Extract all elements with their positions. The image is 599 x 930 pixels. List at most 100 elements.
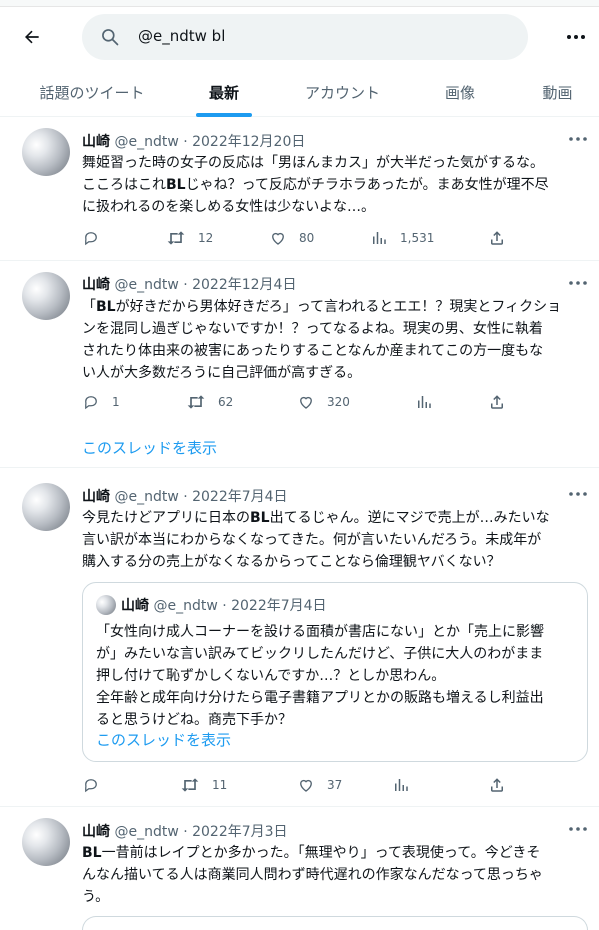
share-button[interactable]	[488, 392, 506, 412]
quoted-tweet[interactable]: 山崎 @e_ndtw · 2022年7月4日 「女性向け成人コーナーを設ける面積…	[82, 582, 588, 762]
tweet-header: 山崎 @e_ndtw · 2022年7月4日	[82, 486, 288, 506]
tab-label: 話題のツイート	[39, 83, 145, 102]
author-handle-date[interactable]: @e_ndtw · 2022年7月3日	[114, 824, 287, 840]
text-line: い人が大多数だろうに自己評価が高すぎる。	[82, 365, 362, 381]
share-button[interactable]	[488, 228, 506, 248]
quoted-author-name: 山崎	[121, 598, 149, 614]
views-button[interactable]	[392, 775, 410, 795]
avatar[interactable]	[22, 818, 70, 866]
active-tab-indicator	[196, 113, 252, 117]
retweet-button[interactable]: 12	[166, 228, 213, 248]
reply-button[interactable]	[82, 775, 112, 795]
tweet[interactable]: 山崎 @e_ndtw · 2022年7月4日 今見たけどアプリに日本のBL出てる…	[0, 469, 599, 807]
share-button[interactable]	[488, 775, 506, 795]
more-dots-icon	[567, 35, 585, 39]
text-line: 舞姫習った時の女子の反応は「男ほんまカス」が大半だった気がするな。	[82, 155, 544, 171]
reply-button[interactable]: 1	[82, 392, 120, 412]
view-count: 1,531	[400, 231, 435, 245]
reply-icon	[85, 779, 97, 793]
avatar[interactable]	[22, 483, 70, 531]
tweet-text: 舞姫習った時の女子の反応は「男ほんまカス」が大半だった気がするな。 こころはこれ…	[82, 152, 584, 218]
quoted-text: 「女性向け成人コーナーを設ける面積が書店にない」とか「売上に影響 が」みたいな言…	[96, 621, 576, 731]
quoted-tweet[interactable]	[82, 916, 588, 930]
author-name[interactable]: 山崎	[82, 277, 110, 293]
text-run: じゃね？って反応がチラホラあったが。まあ女性が理不尽	[185, 177, 549, 193]
tweet-actions: 12 80 1,531	[82, 228, 512, 248]
text-run: 「	[82, 299, 96, 315]
like-button[interactable]: 80	[269, 228, 314, 248]
text-run: が好きだから男体好きだろ」って言われるとエエ！？現実とフィクショ	[115, 299, 562, 315]
search-input[interactable]: @e_ndtw bl	[82, 14, 528, 60]
text-line: 全年齢と成年向け分けたら電子書籍アプリとかの販路も増えるし利益出	[96, 690, 544, 706]
views-bar-icon	[373, 232, 386, 244]
tweet-actions: 11 37	[82, 775, 512, 795]
search-icon	[102, 29, 119, 46]
highlight: BL	[96, 299, 116, 315]
tab-latest[interactable]: 最新	[196, 67, 252, 117]
tweet[interactable]: 山崎 @e_ndtw · 2022年12月4日 「BLが好きだから男体好きだろ」…	[0, 262, 599, 468]
heart-icon	[272, 232, 284, 245]
text-run: 一昔前はレイプとか多かった。「無理やり」って表現使って。今どきそ	[101, 845, 541, 861]
highlight: BL	[250, 510, 270, 526]
browser-top-strip	[0, 0, 599, 7]
reply-icon	[85, 232, 97, 246]
tweet-actions: 1 62 320	[82, 392, 512, 412]
author-handle-date[interactable]: @e_ndtw · 2022年12月4日	[114, 277, 296, 293]
views-button[interactable]: 1,531	[370, 228, 434, 248]
tweet-text: 今見たけどアプリに日本のBL出てるじゃん。逆にマジで売上が…みたいな 言い訳が本…	[82, 507, 584, 573]
like-count: 37	[327, 778, 343, 792]
more-dots-icon[interactable]	[568, 822, 588, 836]
author-name[interactable]: 山崎	[82, 824, 110, 840]
like-button[interactable]: 320	[297, 392, 350, 412]
back-button[interactable]	[18, 23, 46, 51]
retweet-count: 12	[198, 231, 214, 245]
author-handle-date[interactable]: @e_ndtw · 2022年7月4日	[114, 489, 287, 505]
more-dots-icon[interactable]	[568, 132, 588, 146]
text-run: 今見たけどアプリに日本の	[82, 510, 250, 526]
author-name[interactable]: 山崎	[82, 489, 110, 505]
author-handle-date[interactable]: @e_ndtw · 2022年12月20日	[114, 134, 305, 150]
like-count: 320	[327, 395, 350, 409]
tweet-text: BL一昔前はレイプとか多かった。「無理やり」って表現使って。今どきそ んなん描い…	[82, 842, 584, 908]
like-button[interactable]: 37	[297, 775, 342, 795]
retweet-button[interactable]: 11	[180, 775, 227, 795]
tab-accounts[interactable]: アカウント	[290, 67, 395, 117]
tab-images[interactable]: 画像	[430, 67, 490, 117]
search-query: @e_ndtw bl	[138, 27, 226, 45]
tweet[interactable]: 山崎 @e_ndtw · 2022年12月20日 舞姫習った時の女子の反応は「男…	[0, 118, 599, 261]
author-name[interactable]: 山崎	[82, 134, 110, 150]
back-arrow-icon	[25, 30, 39, 44]
text-line: 「女性向け成人コーナーを設ける面積が書店にない」とか「売上に影響	[96, 624, 544, 640]
show-thread-link[interactable]: このスレッドを表示	[96, 729, 231, 750]
text-line: う。	[82, 889, 110, 905]
retweet-count: 62	[218, 395, 234, 409]
reply-button[interactable]	[82, 228, 112, 248]
more-dots-icon[interactable]	[568, 487, 588, 501]
tweet-header: 山崎 @e_ndtw · 2022年12月4日	[82, 274, 296, 294]
tweet[interactable]: 山崎 @e_ndtw · 2022年7月3日 BL一昔前はレイプとか多かった。「…	[0, 808, 599, 930]
tab-videos[interactable]: 動画	[530, 67, 585, 117]
highlight: BL	[166, 177, 186, 193]
text-line: に扱われるのを楽しめる女性は少ないよな…。	[82, 199, 376, 215]
show-thread-link[interactable]: このスレッドを表示	[82, 437, 217, 458]
text-line: されたり体由来の被害にあったりすることなんか産まれてこの方一度もな	[82, 343, 544, 359]
tweet-header: 山崎 @e_ndtw · 2022年12月20日	[82, 131, 305, 151]
retweet-icon	[167, 231, 185, 245]
tab-top[interactable]: 話題のツイート	[22, 67, 162, 117]
retweet-button[interactable]: 62	[186, 392, 233, 412]
quoted-avatar	[96, 595, 116, 615]
more-options-button[interactable]	[562, 23, 590, 51]
more-dots-icon[interactable]	[568, 276, 588, 290]
avatar[interactable]	[22, 128, 70, 176]
views-button[interactable]	[415, 392, 433, 412]
share-icon	[491, 395, 503, 409]
avatar[interactable]	[22, 272, 70, 320]
tweet-header: 山崎 @e_ndtw · 2022年7月3日	[82, 821, 288, 841]
text-line: 「BLが好きだから男体好きだろ」って言われるとエエ！？現実とフィクショ	[82, 296, 584, 318]
like-count: 80	[299, 231, 315, 245]
retweet-count: 11	[212, 778, 228, 792]
text-line: こころはこれBLじゃね？って反応がチラホラあったが。まあ女性が理不尽	[82, 174, 584, 196]
text-line: 今見たけどアプリに日本のBL出てるじゃん。逆にマジで売上が…みたいな	[82, 507, 584, 529]
quoted-header: 山崎 @e_ndtw · 2022年7月4日	[121, 595, 327, 615]
text-line: ンを混同し過ぎじゃないですか！？ってなるよね。現実の男、女性に執着	[82, 321, 543, 337]
